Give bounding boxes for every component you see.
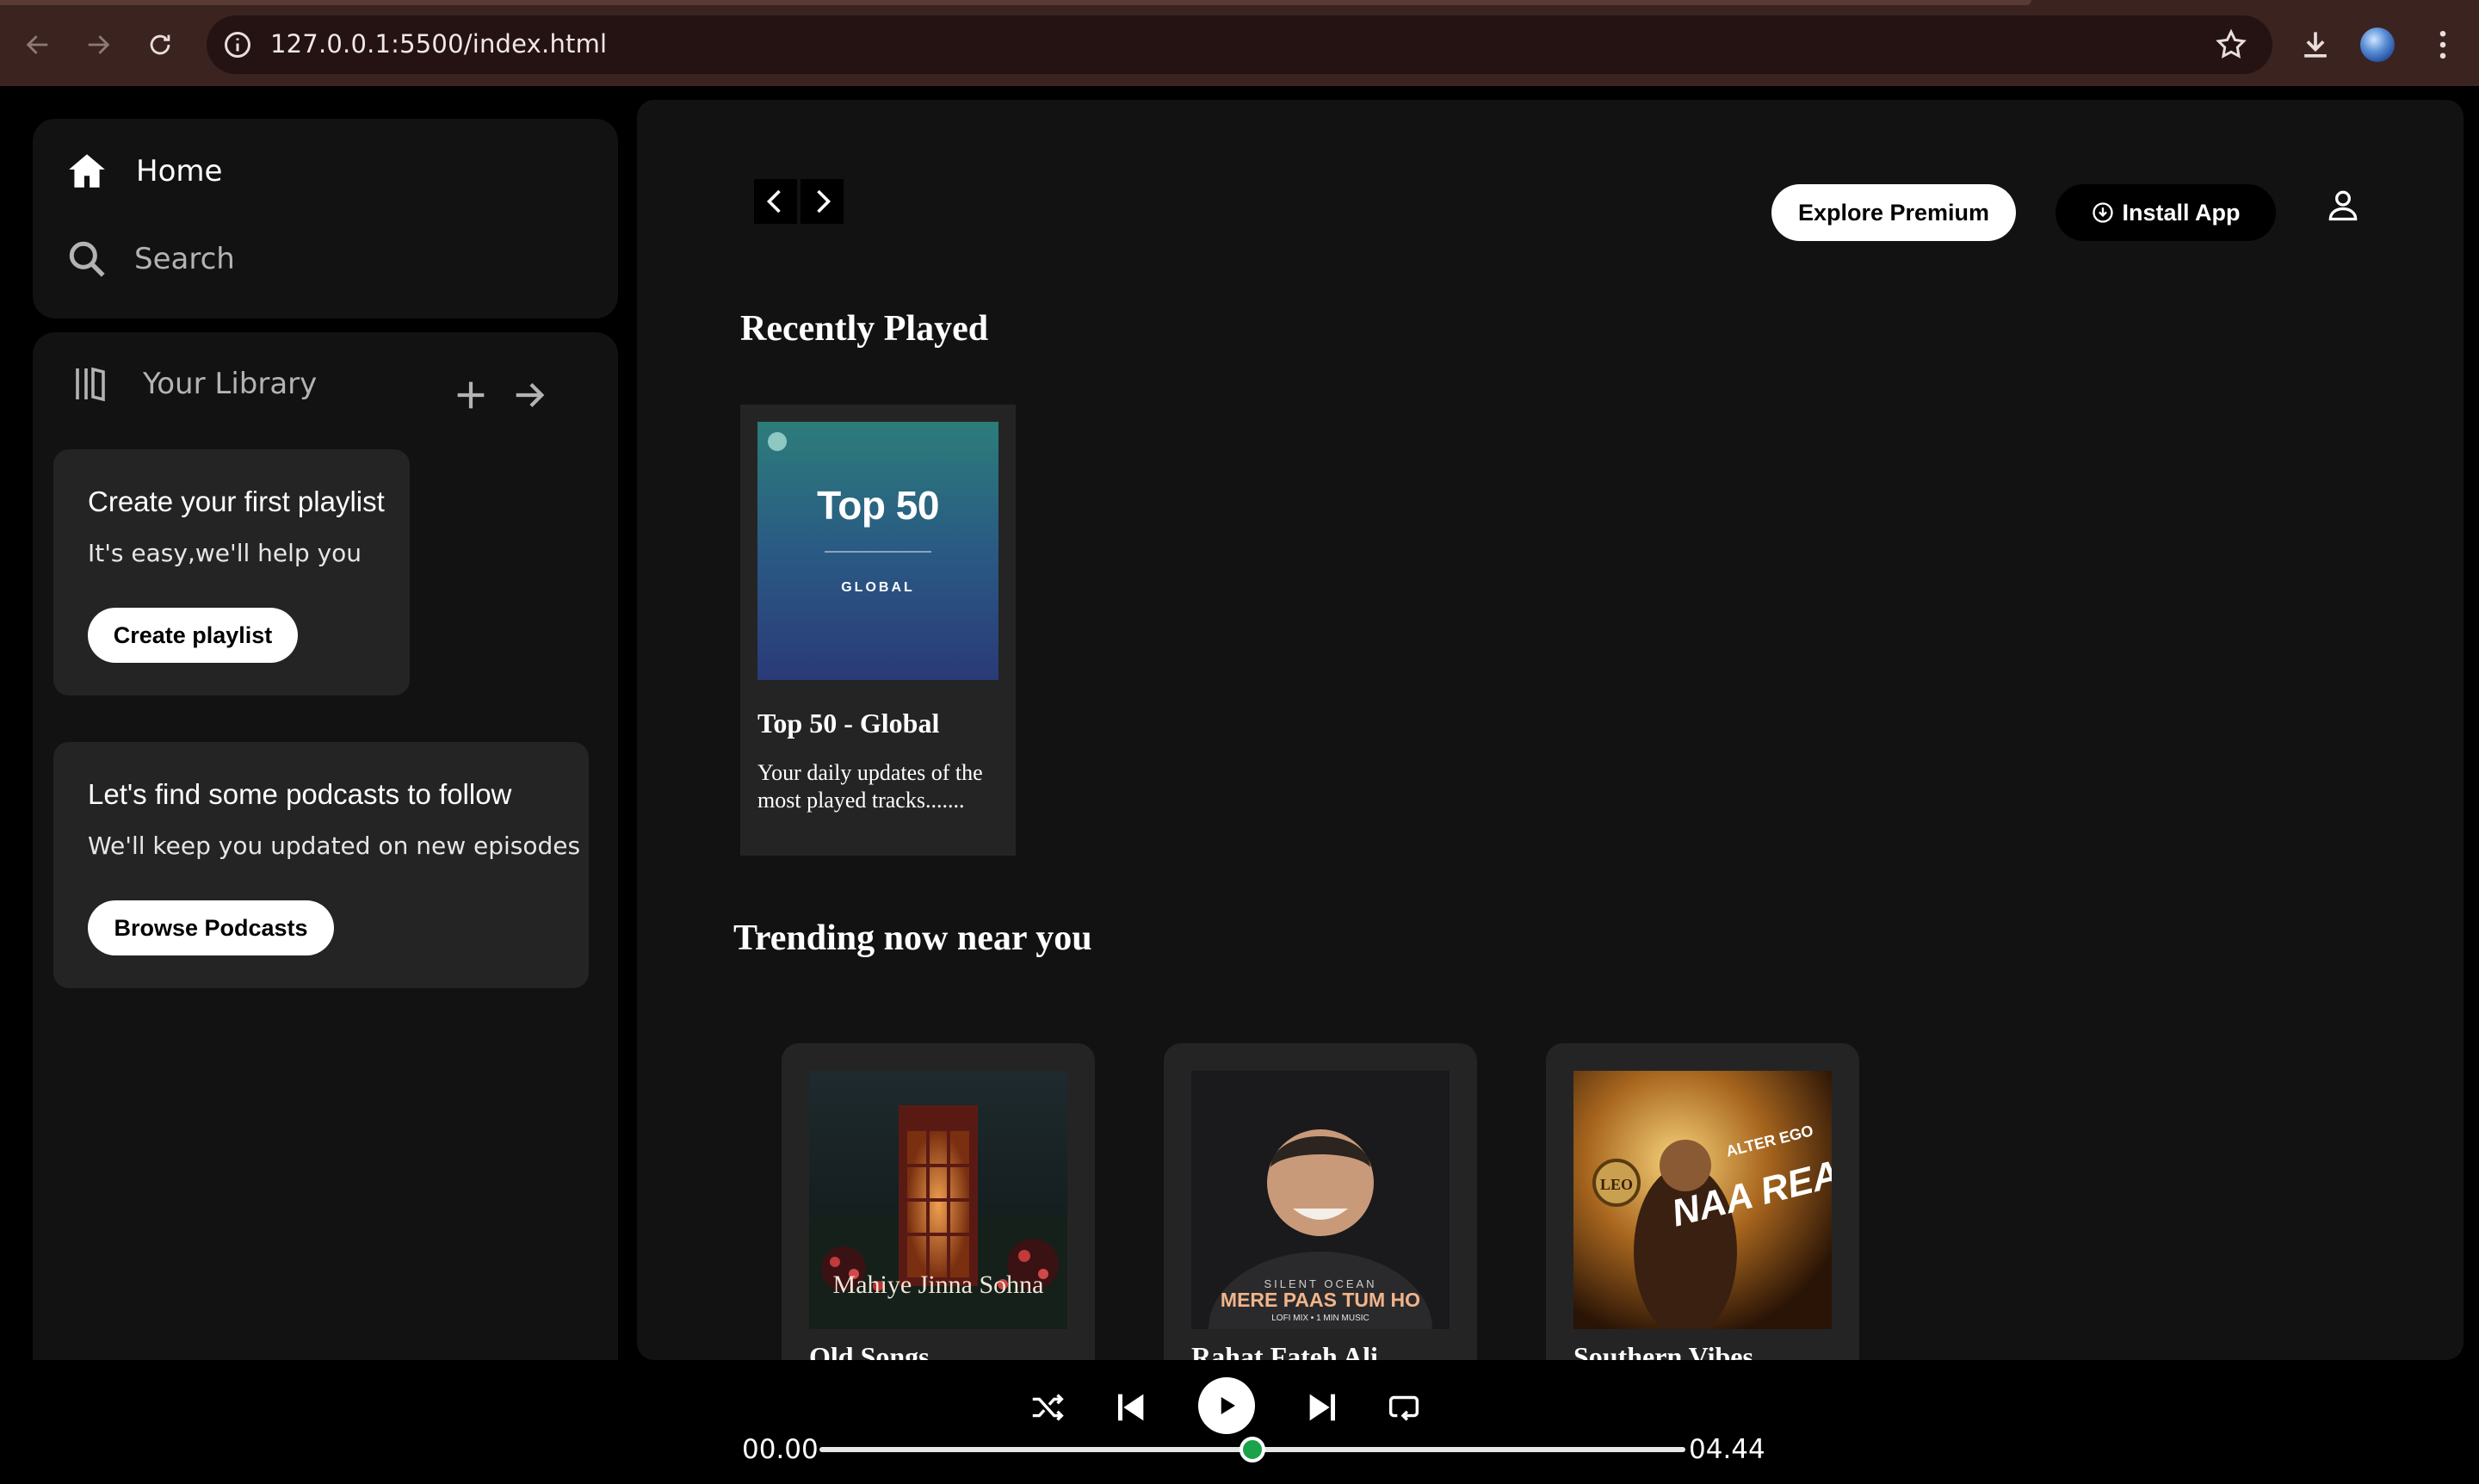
repeat-icon[interactable] — [1384, 1388, 1424, 1427]
search-icon — [69, 241, 105, 277]
album-art-portrait: SILENT OCEAN MERE PAAS TUM HO LOFI MIX •… — [1191, 1071, 1450, 1329]
cover-subtitle: GLOBAL — [841, 580, 915, 595]
podcasts-card: Let's find some podcasts to follow We'll… — [53, 742, 589, 988]
create-playlist-subtitle: It's easy,we'll help you — [88, 539, 362, 567]
total-time: 04.44 — [1689, 1434, 1765, 1465]
play-icon — [1221, 1397, 1235, 1414]
home-icon — [69, 154, 105, 188]
cover-text: MERE PAAS TUM HO — [1221, 1289, 1420, 1311]
trending-card[interactable]: SILENT OCEAN MERE PAAS TUM HO LOFI MIX •… — [1164, 1043, 1477, 1360]
cover-divider — [825, 551, 931, 553]
arrow-left-icon — [26, 35, 48, 54]
browser-tab-strip — [0, 0, 2031, 5]
recently-played-card[interactable]: Top 50 GLOBAL Top 50 - Global Your daily… — [740, 405, 1016, 856]
cover-badge: LEO — [1600, 1176, 1633, 1193]
southern-vibes-cover: LEO ALTER EGO NAA READY — [1573, 1071, 1832, 1329]
sidebar-item-label: Home — [136, 154, 223, 189]
trending-heading: Trending now near you — [733, 918, 1092, 958]
browser-forward-button[interactable] — [77, 24, 119, 65]
arrow-right-icon — [88, 35, 110, 54]
shuffle-icon[interactable] — [1028, 1388, 1067, 1427]
download-circle-icon — [2093, 202, 2114, 223]
album-art-phonebooth: Mahiye Jinna Sohna — [809, 1071, 1067, 1329]
explore-premium-button[interactable]: Explore Premium — [1771, 184, 2016, 241]
address-url[interactable]: 127.0.0.1:5500/index.html — [270, 29, 607, 59]
spotify-logo-icon — [768, 432, 787, 451]
browser-back-button[interactable] — [17, 24, 59, 65]
cover-text: Mahiye Jinna Sohna — [833, 1271, 1044, 1299]
previous-icon[interactable] — [1110, 1388, 1150, 1427]
card-title: Top 50 - Global — [757, 708, 940, 739]
create-playlist-card: Create your first playlist It's easy,we'… — [53, 449, 410, 696]
sidebar-item-search[interactable]: Search — [65, 238, 235, 281]
add-icon[interactable] — [451, 375, 491, 415]
install-app-label: Install App — [2122, 199, 2241, 226]
progress-thumb[interactable] — [1240, 1437, 1265, 1462]
cover-subtext2: LOFI MIX • 1 MIN MUSIC — [1271, 1314, 1369, 1323]
card-title: Rahat Fateh Ali — [1191, 1341, 1378, 1360]
top50-cover: Top 50 GLOBAL — [757, 422, 998, 680]
library-header[interactable]: Your Library — [71, 363, 317, 405]
address-bar[interactable]: 127.0.0.1:5500/index.html — [207, 15, 2272, 74]
user-icon[interactable] — [2324, 186, 2362, 224]
trending-card[interactable]: LEO ALTER EGO NAA READY Southern Vibes — [1546, 1043, 1859, 1360]
main-content: Explore Premium Install App Recently Pla… — [637, 100, 2464, 1360]
cover-title: Top 50 — [817, 483, 939, 528]
chevron-left-icon — [766, 189, 781, 213]
create-playlist-title: Create your first playlist — [88, 485, 385, 517]
site-info-icon[interactable] — [222, 29, 253, 60]
next-icon[interactable] — [1303, 1388, 1343, 1427]
trending-card[interactable]: Mahiye Jinna Sohna Old Songs — [782, 1043, 1095, 1360]
recently-played-heading: Recently Played — [740, 309, 989, 349]
library-label: Your Library — [143, 367, 318, 401]
install-app-button[interactable]: Install App — [2056, 184, 2276, 241]
history-forward-button[interactable] — [801, 179, 844, 224]
sidebar-item-home[interactable]: Home — [65, 150, 222, 193]
reload-icon — [150, 34, 170, 55]
profile-avatar[interactable] — [2360, 28, 2395, 62]
download-icon[interactable] — [2297, 26, 2334, 64]
browser-reload-button[interactable] — [139, 24, 181, 65]
card-title: Southern Vibes — [1573, 1341, 1753, 1360]
current-time: 00.00 — [742, 1434, 819, 1465]
card-title: Old Songs — [809, 1341, 930, 1360]
sidebar-library: Your Library Create your first playlist … — [33, 332, 618, 1451]
create-playlist-button[interactable]: Create playlist — [88, 608, 298, 663]
browse-podcasts-button[interactable]: Browse Podcasts — [88, 900, 334, 955]
bookmark-star-icon[interactable] — [2214, 28, 2248, 62]
expand-arrow-icon[interactable] — [510, 375, 549, 415]
more-menu-icon[interactable] — [2424, 26, 2462, 64]
history-back-button[interactable] — [754, 179, 797, 224]
play-button[interactable] — [1198, 1377, 1255, 1434]
chevron-right-icon — [817, 189, 831, 213]
sidebar-nav: Home Search — [33, 119, 618, 318]
album-art-leo: LEO ALTER EGO NAA READY — [1573, 1071, 1832, 1329]
old-songs-cover: Mahiye Jinna Sohna — [809, 1071, 1067, 1329]
browser-toolbar: 127.0.0.1:5500/index.html — [0, 0, 2479, 86]
sidebar-item-label: Search — [134, 242, 235, 276]
podcasts-title: Let's find some podcasts to follow — [88, 778, 512, 810]
podcasts-subtitle: We'll keep you updated on new episodes — [88, 832, 581, 860]
card-description: Your daily updates of the most played tr… — [757, 760, 983, 813]
library-icon — [76, 367, 105, 402]
rahat-fateh-ali-cover: SILENT OCEAN MERE PAAS TUM HO LOFI MIX •… — [1191, 1071, 1450, 1329]
